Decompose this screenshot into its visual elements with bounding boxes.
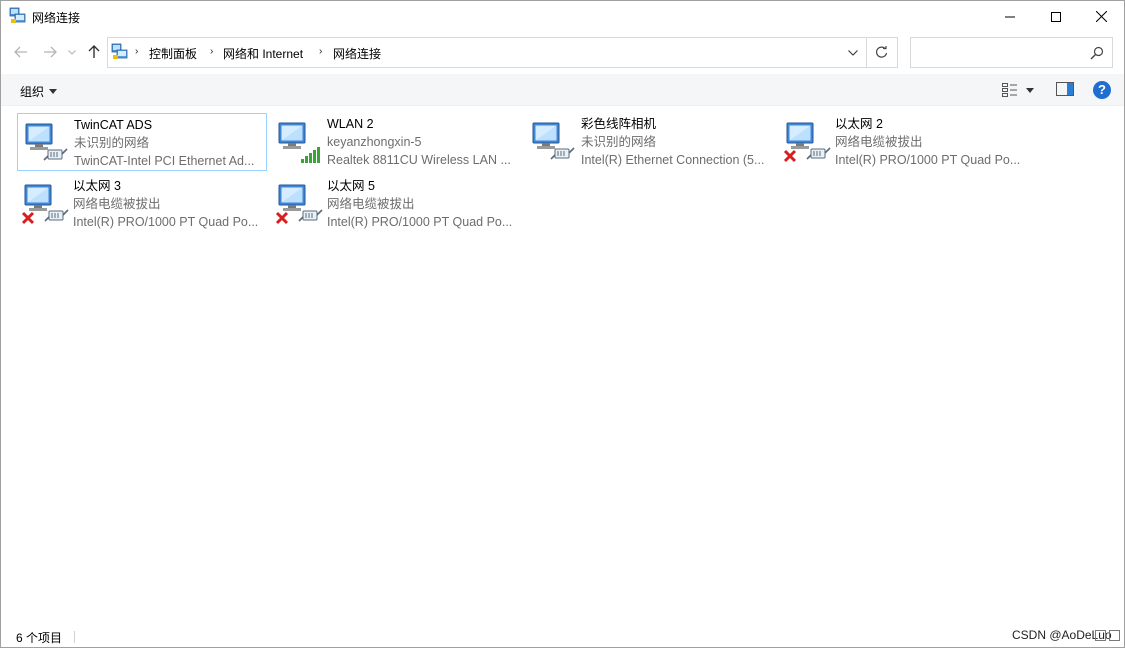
ethernet-connection-icon [532,122,575,160]
back-button[interactable] [12,43,30,61]
connection-status: 未识别的网络 [581,135,657,149]
wireless-connection-icon [278,122,320,163]
large-icons-view-icon[interactable] [1109,630,1120,641]
window-title: 网络连接 [32,11,81,25]
connection-details: 彩色线阵相机 未识别的网络 Intel(R) Ethernet Connecti… [581,115,773,169]
change-view-button[interactable] [1002,81,1042,99]
connection-status: 网络电缆被拔出 [327,197,415,211]
chevron-down-icon [848,49,858,56]
ethernet-disconnected-icon [783,122,831,163]
search-icon [1090,46,1104,60]
item-count: 6 个项目 [16,631,63,645]
status-bar: 6 个项目 CSDN @AoDeLuo [1,626,1124,647]
caret-down-icon [1026,87,1034,93]
connection-adapter: Intel(R) Ethernet Connection (5... [581,153,765,167]
navigation-bar: › 控制面板 › 网络和 Internet › 网络连接 [1,32,1124,72]
search-input[interactable] [910,37,1113,68]
connections-view: TwinCAT ADS 未识别的网络 TwinCAT-Intel PCI Eth… [1,107,1124,619]
breadcrumb-control-panel[interactable]: 控制面板 [149,45,197,62]
up-arrow-icon [88,45,100,58]
breadcrumb-separator-icon[interactable]: › [135,46,138,57]
connection-name: 彩色线阵相机 [581,117,657,131]
recent-locations-button[interactable] [65,43,79,61]
connection-item[interactable]: 以太网 2 网络电缆被拔出 Intel(R) PRO/1000 PT Quad … [779,113,1029,171]
command-bar: 组织 ? [1,74,1124,106]
connection-status: 网络电缆被拔出 [73,197,161,211]
breadcrumb-network-internet[interactable]: 网络和 Internet [223,45,303,62]
connection-name: 以太网 2 [835,117,883,131]
connection-name: 以太网 3 [73,179,121,193]
close-icon [1095,11,1107,22]
connection-item[interactable]: 彩色线阵相机 未识别的网络 Intel(R) Ethernet Connecti… [525,113,775,171]
explorer-window: 网络连接 › 控制面板 › 网络和 Internet › 网络连接 组织 ? T… [0,0,1125,648]
connection-status: 网络电缆被拔出 [835,135,923,149]
status-divider [74,631,75,643]
connection-adapter: Intel(R) PRO/1000 PT Quad Po... [73,215,259,229]
minimize-button[interactable] [987,1,1033,32]
back-arrow-icon [14,46,27,58]
connection-adapter: Realtek 8811CU Wireless LAN ... [327,153,511,167]
connection-status: keyanzhongxin-5 [327,135,422,149]
breadcrumb-separator-icon[interactable]: › [319,46,322,57]
status-view-switcher[interactable] [1095,630,1120,641]
organize-label: 组织 [20,85,45,99]
preview-pane-icon [1056,82,1074,96]
maximize-icon [1051,11,1061,22]
maximize-button[interactable] [1033,1,1079,32]
chevron-down-icon [68,49,76,55]
connection-item[interactable]: WLAN 2 keyanzhongxin-5 Realtek 8811CU Wi… [271,113,521,171]
ethernet-connection-icon [25,123,68,161]
title-bar: 网络连接 [1,1,1124,32]
forward-button[interactable] [41,43,59,61]
caret-down-icon [49,89,58,94]
connection-name: WLAN 2 [327,117,374,131]
connection-name: 以太网 5 [327,179,375,193]
connection-details: 以太网 5 网络电缆被拔出 Intel(R) PRO/1000 PT Quad … [327,177,519,231]
connection-details: TwinCAT ADS 未识别的网络 TwinCAT-Intel PCI Eth… [74,116,266,170]
minimize-icon [1005,16,1015,17]
ethernet-disconnected-icon [21,184,69,225]
connection-status: 未识别的网络 [74,136,150,150]
address-dropdown-button[interactable] [840,38,866,67]
help-button[interactable]: ? [1093,81,1111,99]
connection-item[interactable]: TwinCAT ADS 未识别的网络 TwinCAT-Intel PCI Eth… [17,113,267,171]
control-panel-icon [111,43,129,61]
close-button[interactable] [1078,1,1124,32]
connection-item[interactable]: 以太网 5 网络电缆被拔出 Intel(R) PRO/1000 PT Quad … [271,175,521,233]
connection-item[interactable]: 以太网 3 网络电缆被拔出 Intel(R) PRO/1000 PT Quad … [17,175,267,233]
details-view-icon[interactable] [1095,630,1106,641]
address-bar[interactable]: › 控制面板 › 网络和 Internet › 网络连接 [107,37,867,68]
connection-name: TwinCAT ADS [74,118,153,132]
refresh-icon [875,46,888,58]
forward-arrow-icon [44,46,57,58]
connection-adapter: Intel(R) PRO/1000 PT Quad Po... [327,215,513,229]
breadcrumb-separator-icon[interactable]: › [210,46,213,57]
preview-pane-button[interactable] [1056,81,1076,99]
connection-adapter: Intel(R) PRO/1000 PT Quad Po... [835,153,1021,167]
breadcrumb-network-connections[interactable]: 网络连接 [333,45,381,62]
organize-button[interactable]: 组织 [20,83,58,100]
up-button[interactable] [85,43,103,61]
connection-adapter: TwinCAT-Intel PCI Ethernet Ad... [74,154,255,168]
ethernet-disconnected-icon [275,184,323,225]
connection-details: 以太网 2 网络电缆被拔出 Intel(R) PRO/1000 PT Quad … [835,115,1027,169]
connection-details: 以太网 3 网络电缆被拔出 Intel(R) PRO/1000 PT Quad … [73,177,265,231]
network-connections-icon [9,7,27,25]
refresh-button[interactable] [866,37,898,68]
connection-details: WLAN 2 keyanzhongxin-5 Realtek 8811CU Wi… [327,115,519,169]
details-view-icon [1002,83,1017,97]
